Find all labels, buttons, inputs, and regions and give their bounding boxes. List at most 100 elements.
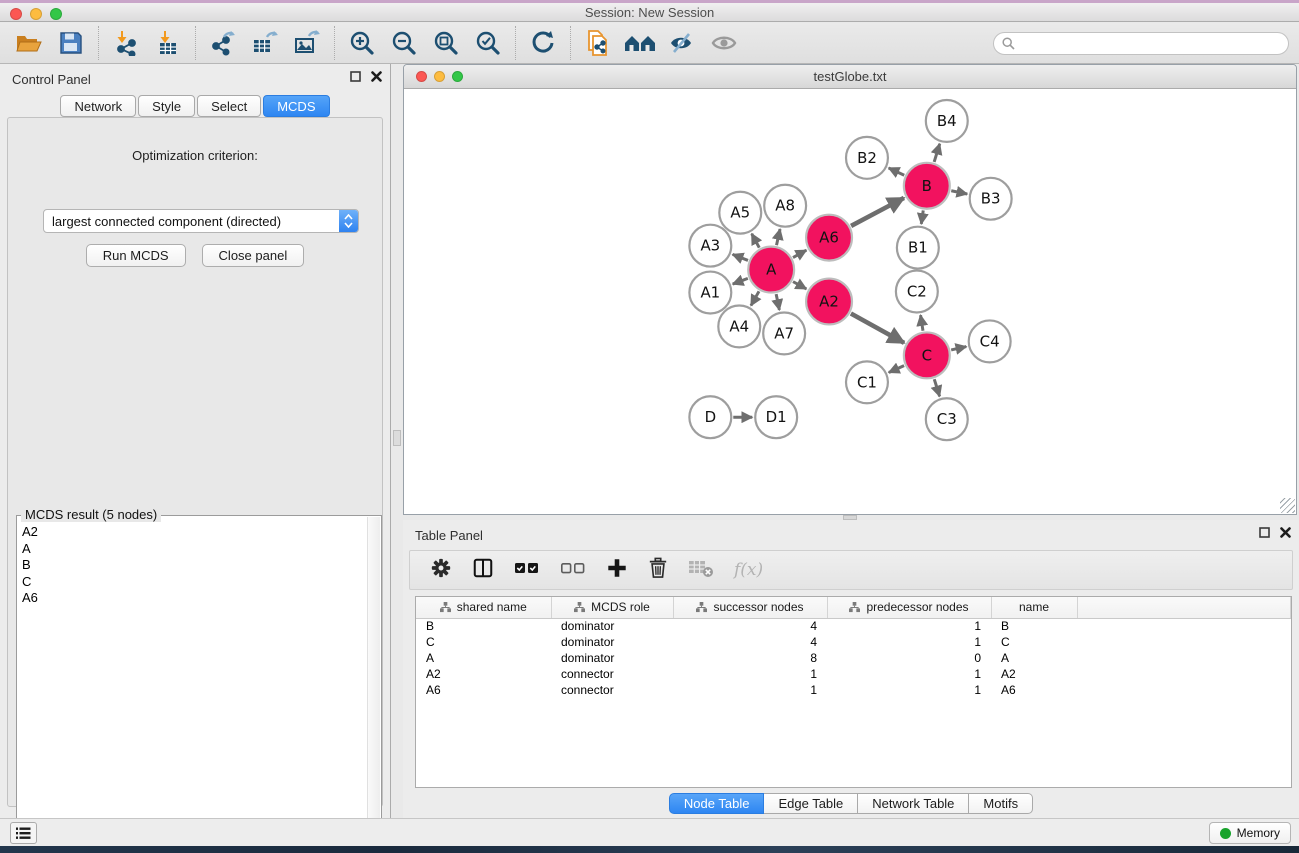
list-item[interactable]: B [22, 557, 367, 574]
close-panel-button[interactable]: Close panel [202, 244, 305, 267]
graph-node-A3[interactable]: A3 [689, 225, 731, 267]
table-row[interactable]: Bdominator41B [416, 618, 1291, 634]
clone-network-button[interactable] [577, 25, 619, 61]
zoom-out-button[interactable] [383, 25, 425, 61]
zoom-fit-button[interactable] [425, 25, 467, 61]
graph-edge[interactable] [752, 234, 760, 248]
show-columns-button[interactable] [472, 557, 494, 584]
table-row[interactable]: A2connector11A2 [416, 666, 1291, 682]
tab-node-table[interactable]: Node Table [669, 793, 765, 814]
network-canvas[interactable]: B4 B2 B B3 A5A8A6 A3 B1 A A1 C2 A2 A4A7 C4 C C1 C3 D D1 [404, 89, 1296, 514]
float-panel-icon[interactable] [350, 71, 361, 82]
close-panel-icon[interactable] [371, 71, 382, 82]
vertical-splitter[interactable] [390, 64, 403, 818]
graph-node-B3[interactable]: B3 [970, 178, 1012, 220]
column-header-shared-name[interactable]: shared name [416, 597, 551, 618]
graph-node-A8[interactable]: A8 [764, 185, 806, 227]
delete-table-button[interactable] [688, 558, 714, 583]
graph-node-C2[interactable]: C2 [896, 271, 938, 313]
graph-edge[interactable] [934, 379, 939, 396]
table-row[interactable]: Cdominator41C [416, 634, 1291, 650]
graph-edge[interactable] [951, 191, 967, 194]
graph-edge[interactable] [733, 278, 748, 284]
list-scrollbar[interactable] [367, 517, 380, 851]
save-session-button[interactable] [50, 25, 92, 61]
eye-button[interactable] [703, 25, 745, 61]
graph-edge[interactable] [851, 314, 904, 343]
export-network-button[interactable] [202, 25, 244, 61]
table-row[interactable]: A6connector11A6 [416, 682, 1291, 698]
graph-edge[interactable] [889, 168, 905, 175]
import-table-button[interactable] [147, 25, 189, 61]
graph-node-C3[interactable]: C3 [926, 398, 968, 440]
table-settings-button[interactable] [430, 557, 452, 584]
graph-edge[interactable] [934, 144, 940, 162]
column-header-name[interactable]: name [991, 597, 1077, 618]
optimization-criterion-dropdown[interactable]: largest connected component (directed) [43, 209, 359, 233]
graph-node-D1[interactable]: D1 [755, 396, 797, 438]
column-header-successor-nodes[interactable]: successor nodes [673, 597, 827, 618]
graph-edge[interactable] [851, 198, 904, 226]
graph-edge[interactable] [777, 229, 781, 245]
graph-edge[interactable] [793, 250, 806, 257]
tab-network-table[interactable]: Network Table [858, 793, 969, 814]
column-header-predecessor-nodes[interactable]: predecessor nodes [827, 597, 991, 618]
window-resize-grip[interactable] [1280, 498, 1295, 513]
export-table-button[interactable] [244, 25, 286, 61]
graph-node-A5[interactable]: A5 [719, 192, 761, 234]
tab-style[interactable]: Style [138, 95, 195, 117]
zoom-selected-button[interactable] [467, 25, 509, 61]
list-item[interactable]: C [22, 574, 367, 591]
memory-button[interactable]: Memory [1209, 822, 1291, 844]
close-panel-icon[interactable] [1280, 527, 1291, 538]
delete-column-button[interactable] [648, 557, 668, 584]
graph-node-B2[interactable]: B2 [846, 137, 888, 179]
graph-edge[interactable] [889, 366, 904, 373]
run-mcds-button[interactable]: Run MCDS [86, 244, 186, 267]
graph-edge[interactable] [733, 254, 748, 260]
search-input[interactable] [1020, 35, 1280, 51]
deselect-all-columns-button[interactable] [560, 559, 586, 582]
tab-select[interactable]: Select [197, 95, 261, 117]
graph-node-B4[interactable]: B4 [926, 100, 968, 142]
tab-network[interactable]: Network [60, 95, 136, 117]
open-session-button[interactable] [8, 25, 50, 61]
graph-edge[interactable] [951, 347, 966, 350]
select-all-columns-button[interactable] [514, 559, 540, 582]
table-row[interactable]: Adominator80A [416, 650, 1291, 666]
refresh-layout-button[interactable] [522, 25, 564, 61]
tab-mcds[interactable]: MCDS [263, 95, 329, 117]
list-item[interactable]: A2 [22, 524, 367, 541]
splitter-grip[interactable] [393, 430, 401, 446]
float-panel-icon[interactable] [1259, 527, 1270, 538]
import-network-button[interactable] [105, 25, 147, 61]
graph-node-B1[interactable]: B1 [897, 227, 939, 269]
network-overview-button[interactable] [619, 25, 661, 61]
graph-edge[interactable] [921, 315, 923, 331]
graph-node-D[interactable]: D [689, 396, 731, 438]
graph-edge[interactable] [793, 282, 806, 289]
function-builder-button[interactable]: f(x) [734, 560, 763, 580]
graph-node-C4[interactable]: C4 [969, 320, 1011, 362]
tab-edge-table[interactable]: Edge Table [764, 793, 858, 814]
graph-edge[interactable] [776, 294, 779, 310]
graph-edge[interactable] [751, 291, 759, 305]
graph-node-C[interactable]: C [904, 332, 950, 378]
graph-node-A[interactable]: A [748, 247, 794, 293]
create-column-button[interactable] [606, 557, 628, 584]
export-image-button[interactable] [286, 25, 328, 61]
graph-node-B[interactable]: B [904, 163, 950, 209]
network-graph[interactable]: B4 B2 B B3 A5A8A6 A3 B1 A A1 C2 A2 A4A7 C4 C C1 C3 D D1 [404, 89, 1296, 514]
show-panels-button[interactable] [10, 822, 37, 844]
zoom-in-button[interactable] [341, 25, 383, 61]
column-header-mcds-role[interactable]: MCDS role [551, 597, 673, 618]
list-item[interactable]: A [22, 541, 367, 558]
graph-node-C1[interactable]: C1 [846, 361, 888, 403]
graph-edge[interactable] [921, 210, 923, 223]
graph-node-A2[interactable]: A2 [806, 279, 852, 325]
list-item[interactable]: A6 [22, 590, 367, 607]
graph-node-A4[interactable]: A4 [718, 305, 760, 347]
graph-node-A7[interactable]: A7 [763, 312, 805, 354]
graph-node-A1[interactable]: A1 [689, 272, 731, 314]
graph-node-A6[interactable]: A6 [806, 215, 852, 261]
